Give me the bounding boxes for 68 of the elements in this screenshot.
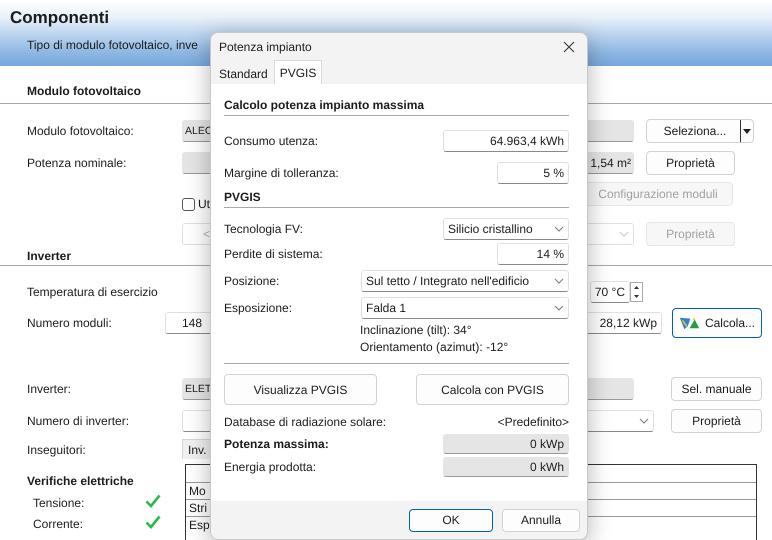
max-power-field: 0 kWp xyxy=(443,434,569,454)
exposure-dropdown[interactable]: Falda 1 xyxy=(361,297,569,319)
database-value: <Predefinito> xyxy=(498,415,569,429)
caret-icon xyxy=(743,128,751,134)
chevron-icon xyxy=(554,305,564,311)
field-label: Inverter: xyxy=(27,382,72,396)
ok-button[interactable]: OK xyxy=(409,508,493,532)
view-pvgis-button[interactable]: Visualizza PVGIS xyxy=(224,374,377,405)
check-icon xyxy=(145,494,161,508)
field-label: Modulo fotovoltaico: xyxy=(27,124,135,138)
tracker-tab[interactable]: Inv. xyxy=(182,439,212,459)
field-label: Temperatura di esercizio xyxy=(27,285,159,299)
field-value: 148 xyxy=(182,316,202,330)
field-label: Margine di tolleranza: xyxy=(224,166,339,180)
field-label: Database di radiazione solare: xyxy=(224,415,386,429)
field-label: Numero moduli: xyxy=(27,316,113,330)
checks-title: Verifiche elettriche xyxy=(27,473,135,490)
calculate-pvgis-button[interactable]: Calcola con PVGIS xyxy=(416,374,569,405)
energy-field: 0 kWh xyxy=(443,457,569,477)
consumption-field[interactable]: 64.963,4 kWh xyxy=(443,130,569,152)
tilt-text: Inclinazione (tilt): 34° xyxy=(360,323,472,337)
table-cell: Stri xyxy=(189,501,207,515)
field-label: Energia prodotta: xyxy=(224,460,316,474)
dropdown-value: Silicio cristallino xyxy=(448,222,533,236)
properties-button[interactable]: Proprietà xyxy=(646,151,735,175)
check-label: Tensione: xyxy=(33,496,86,510)
button-label: Seleziona... xyxy=(662,124,728,138)
dropdown-value: Falda 1 xyxy=(366,301,406,315)
select-button[interactable]: Seleziona... xyxy=(646,119,754,143)
azimuth-text: Orientamento (azimut): -12° xyxy=(360,340,508,354)
field-label: Potenza nominale: xyxy=(27,156,128,170)
area-field[interactable]: 1,54 m² xyxy=(586,152,634,174)
chevron-icon xyxy=(619,231,629,237)
field-label: Numero di inverter: xyxy=(27,414,130,428)
page-title: Componenti xyxy=(10,8,110,28)
properties-button[interactable]: Proprietà xyxy=(671,409,762,433)
solar-panel-icon xyxy=(679,315,700,331)
temperature-field[interactable]: 70 °C xyxy=(590,281,630,303)
check-icon xyxy=(145,515,161,529)
manual-select-button[interactable]: Sel. manuale xyxy=(671,377,762,401)
dropdown-value: < xyxy=(203,227,210,241)
chevron-icon xyxy=(639,418,649,424)
field-label: Potenza massima: xyxy=(224,437,329,451)
table-cell: Esp xyxy=(189,518,210,532)
losses-field[interactable]: 14 % xyxy=(497,243,569,265)
chevron-icon xyxy=(554,278,564,284)
spinner-icon[interactable] xyxy=(630,282,643,302)
dialog-tab[interactable]: PVGIS xyxy=(274,60,322,84)
calculate-button[interactable]: Calcola... xyxy=(672,308,762,338)
field-label: Inseguitori: xyxy=(27,442,87,459)
field-label: Posizione: xyxy=(224,274,280,288)
field-label: Perdite di sistema: xyxy=(224,247,323,261)
page-subtitle: Tipo di modulo fotovoltaico, inve xyxy=(27,38,198,52)
chevron-icon xyxy=(554,226,564,232)
tolerance-field[interactable]: 5 % xyxy=(497,162,569,184)
section-header: PVGIS xyxy=(224,186,569,208)
position-dropdown[interactable]: Sul tetto / Integrato nell'edificio xyxy=(361,270,569,292)
field-label: Tecnologia FV: xyxy=(224,222,303,236)
dialog-title: Potenza impianto xyxy=(219,40,312,54)
technology-dropdown[interactable]: Silicio cristallino xyxy=(443,218,569,240)
field-label: Consumo utenza: xyxy=(224,134,318,148)
cancel-button[interactable]: Annulla xyxy=(502,508,580,532)
section-header: Calcolo potenza impianto massima xyxy=(224,94,569,116)
table-cell: Mo xyxy=(189,484,206,498)
dropdown-value: Sul tetto / Integrato nell'edificio xyxy=(366,274,530,288)
check-label: Corrente: xyxy=(33,516,84,530)
option-checkbox[interactable]: Ut xyxy=(182,196,210,212)
field-label: Esposizione: xyxy=(224,301,292,315)
